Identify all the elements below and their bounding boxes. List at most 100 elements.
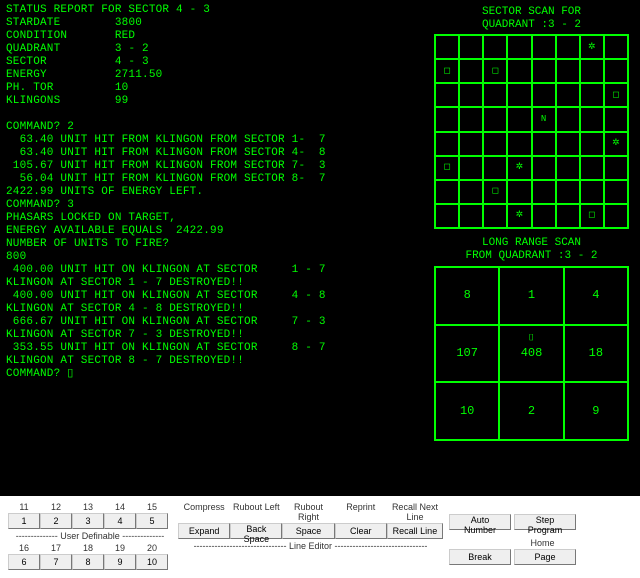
keypad-button[interactable]: 2 xyxy=(40,513,72,529)
editor-label: Rubout Right xyxy=(282,502,334,522)
sector-scan-title: SECTOR SCAN FOR QUADRANT :3 - 2 xyxy=(429,6,634,32)
sector-cell xyxy=(556,204,580,228)
sector-cell xyxy=(459,156,483,180)
editor-label: Recall Next Line xyxy=(387,502,443,522)
scan-panel: SECTOR SCAN FOR QUADRANT :3 - 2 ✲◻◻◻N✲◻✲… xyxy=(429,4,634,492)
editor-separator: ------------------------------- Line Edi… xyxy=(178,541,443,551)
control-panel: 1112131415 12345 -------------- User Def… xyxy=(0,496,640,578)
editor-button-recall-line[interactable]: Recall Line xyxy=(387,523,443,539)
klingons-label: KLINGONS xyxy=(6,95,60,107)
editor-button-back-space[interactable]: Back Space xyxy=(230,523,282,539)
ship-icon: ⌷ xyxy=(529,332,534,345)
sector-cell xyxy=(556,180,580,204)
sector-cell xyxy=(580,156,604,180)
sector-cell xyxy=(580,83,604,107)
step-program-button[interactable]: Step Program xyxy=(514,514,576,530)
sector-cell: ✲ xyxy=(604,132,628,156)
log-line: COMMAND? 3 xyxy=(6,199,74,211)
key-label: 16 xyxy=(8,543,40,553)
sector-cell xyxy=(435,35,459,59)
sector-cell xyxy=(532,132,556,156)
keypad-separator: -------------- User Definable ----------… xyxy=(8,531,172,541)
keypad-button[interactable]: 7 xyxy=(40,554,72,570)
keypad-button[interactable]: 9 xyxy=(104,554,136,570)
status-header: STATUS REPORT FOR SECTOR 4 - 3 xyxy=(6,4,210,16)
editor-button-clear[interactable]: Clear xyxy=(335,523,387,539)
sector: 4 - 3 xyxy=(115,56,149,68)
log-line: KLINGON AT SECTOR 8 - 7 DESTROYED!! xyxy=(6,355,244,367)
long-range-cell: 8 xyxy=(435,267,499,325)
line-editor: CompressRubout LeftRubout RightReprintRe… xyxy=(178,502,443,570)
sector-cell xyxy=(507,35,531,59)
condition-label: CONDITION xyxy=(6,30,67,42)
sector-cell xyxy=(580,180,604,204)
stardate-label: STARDATE xyxy=(6,17,60,29)
long-range-cell: 2 xyxy=(499,382,563,440)
sector-scan-grid: ✲◻◻◻N✲◻✲◻✲◻ xyxy=(434,34,629,229)
sector-cell xyxy=(435,132,459,156)
sector-cell xyxy=(604,107,628,131)
sector-cell: ✲ xyxy=(507,204,531,228)
log-line: 63.40 UNIT HIT FROM KLINGON FROM SECTOR … xyxy=(6,147,326,159)
sector-cell xyxy=(580,59,604,83)
sector-cell xyxy=(459,83,483,107)
sector-cell xyxy=(532,35,556,59)
keypad-button[interactable]: 8 xyxy=(72,554,104,570)
sector-cell xyxy=(435,107,459,131)
long-range-cell: 1 xyxy=(499,267,563,325)
sector-cell xyxy=(507,59,531,83)
log-line: COMMAND? 2 xyxy=(6,121,74,133)
key-label: 11 xyxy=(8,502,40,512)
sector-cell xyxy=(580,107,604,131)
sector-cell: ◻ xyxy=(604,83,628,107)
keypad-button[interactable]: 10 xyxy=(136,554,168,570)
sector-cell xyxy=(532,59,556,83)
sector-cell: N xyxy=(532,107,556,131)
long-range-cell: 18 xyxy=(564,325,628,383)
sector-cell xyxy=(507,83,531,107)
right-controls: Auto Number Step Program Home Break Page xyxy=(449,502,577,570)
sector-cell xyxy=(532,204,556,228)
sector-cell xyxy=(507,180,531,204)
log-line: 63.40 UNIT HIT FROM KLINGON FROM SECTOR … xyxy=(6,134,326,146)
log-line: 353.55 UNIT HIT ON KLINGON AT SECTOR 8 -… xyxy=(6,342,326,354)
editor-button-expand[interactable]: Expand xyxy=(178,523,230,539)
condition: RED xyxy=(115,30,135,42)
editor-button-space[interactable]: Space xyxy=(282,523,334,539)
break-button[interactable]: Break xyxy=(449,549,511,565)
sector-cell xyxy=(435,180,459,204)
editor-label: Compress xyxy=(178,502,230,522)
sector-cell xyxy=(580,132,604,156)
key-label: 18 xyxy=(72,543,104,553)
sector-cell xyxy=(459,132,483,156)
sector-cell xyxy=(556,107,580,131)
command-prompt[interactable]: COMMAND? xyxy=(6,368,67,380)
keypad-button[interactable]: 1 xyxy=(8,513,40,529)
sector-cell xyxy=(604,204,628,228)
quadrant: 3 - 2 xyxy=(115,43,149,55)
sector-cell xyxy=(556,132,580,156)
klingons: 99 xyxy=(115,95,129,107)
keypad-button[interactable]: 5 xyxy=(136,513,168,529)
long-range-cell: 9 xyxy=(564,382,628,440)
sector-cell xyxy=(435,83,459,107)
key-label: 13 xyxy=(72,502,104,512)
keypad-button[interactable]: 4 xyxy=(104,513,136,529)
phtor-label: PH. TOR xyxy=(6,82,54,94)
keypad-button[interactable]: 6 xyxy=(8,554,40,570)
log-line: KLINGON AT SECTOR 1 - 7 DESTROYED!! xyxy=(6,277,244,289)
sector-cell xyxy=(483,35,507,59)
page-button[interactable]: Page xyxy=(514,549,576,565)
sector-cell: ✲ xyxy=(507,156,531,180)
log-line: 2422.99 UNITS OF ENERGY LEFT. xyxy=(6,186,203,198)
long-range-cell: 4 xyxy=(564,267,628,325)
sector-cell xyxy=(604,180,628,204)
sector-cell: ✲ xyxy=(580,35,604,59)
keypad-button[interactable]: 3 xyxy=(72,513,104,529)
sector-cell: ◻ xyxy=(483,180,507,204)
long-range-cell: 10 xyxy=(435,382,499,440)
log-line: 400.00 UNIT HIT ON KLINGON AT SECTOR 1 -… xyxy=(6,264,326,276)
sector-cell xyxy=(604,35,628,59)
auto-number-button[interactable]: Auto Number xyxy=(449,514,511,530)
log-line: 800 xyxy=(6,251,26,263)
